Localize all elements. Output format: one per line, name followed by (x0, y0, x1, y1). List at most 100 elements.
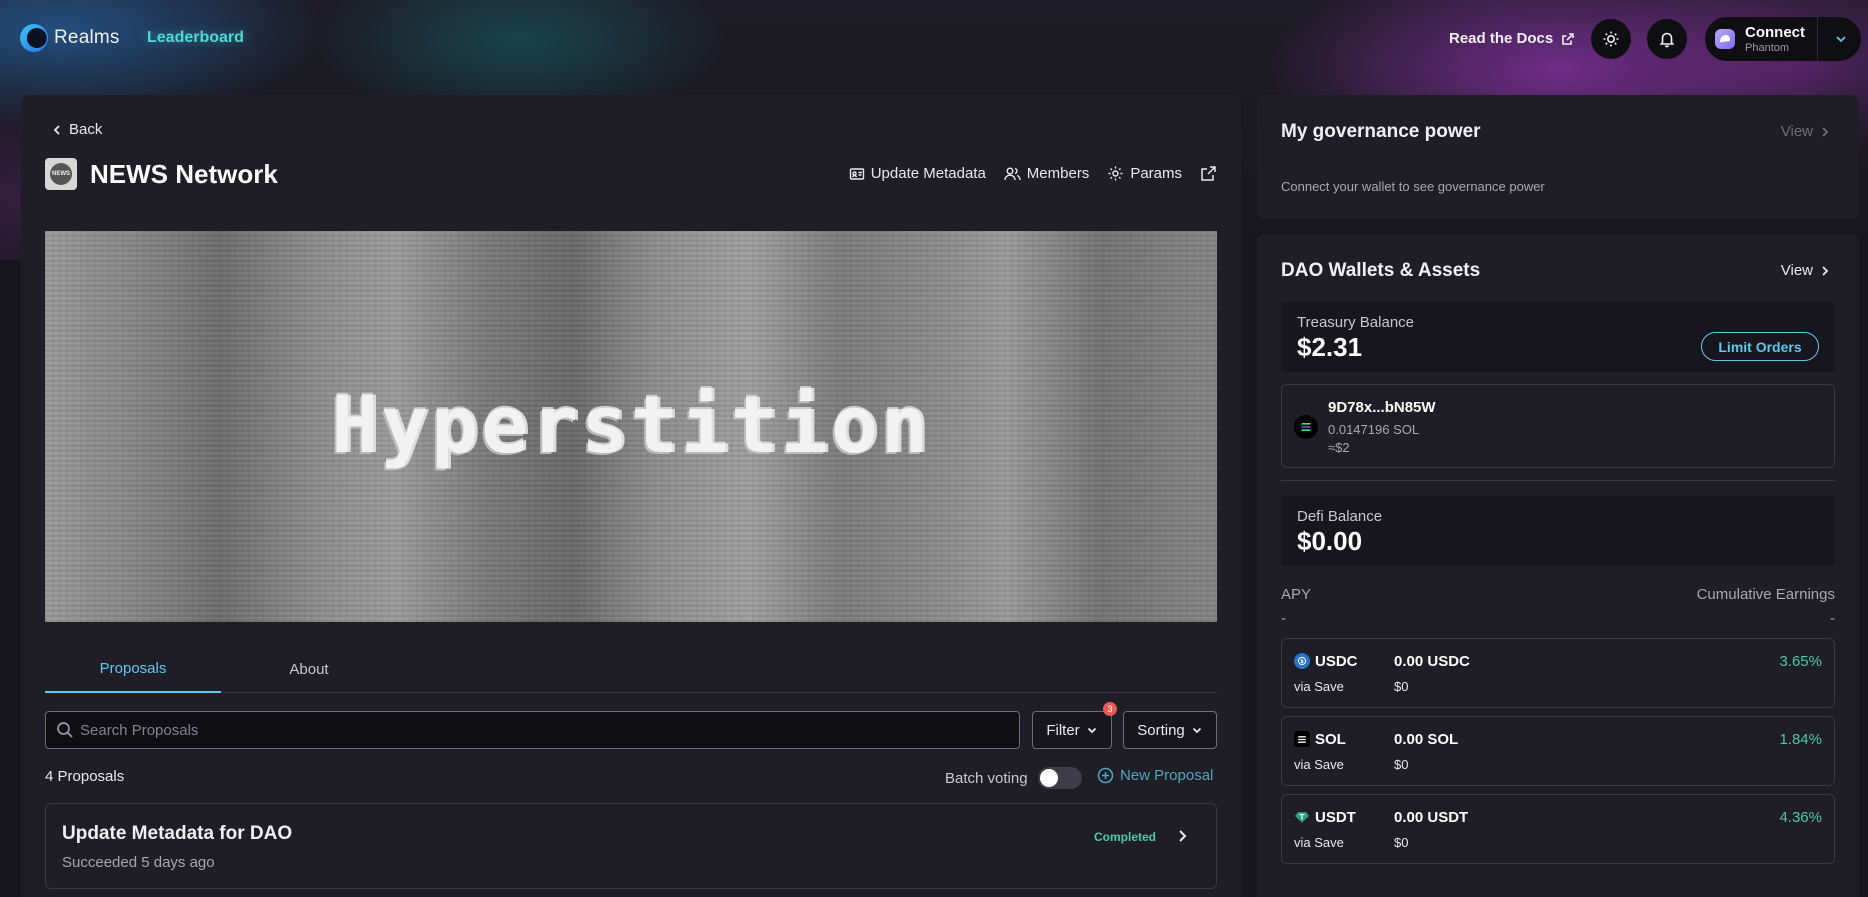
new-proposal-label: New Proposal (1120, 767, 1214, 784)
governance-view-link[interactable]: View (1781, 123, 1831, 140)
back-button[interactable]: Back (51, 121, 102, 138)
org-avatar: NEWS (45, 158, 77, 190)
connect-separator (1817, 17, 1818, 61)
plus-circle-icon (1097, 767, 1114, 784)
chevron-right-icon (1179, 830, 1187, 842)
sorting-button[interactable]: Sorting (1123, 711, 1217, 749)
divider (1281, 480, 1835, 481)
chevron-right-icon (1822, 126, 1829, 137)
filter-button[interactable]: Filter 3 (1032, 702, 1117, 749)
tab-bar: Proposals About (45, 645, 1217, 693)
connect-wallet-name: Phantom (1745, 42, 1790, 54)
filter-label: Filter (1046, 721, 1080, 739)
asset-amount: 0.00 SOL (1394, 731, 1459, 748)
cumulative-earnings-label: Cumulative Earnings (1696, 586, 1835, 603)
usdt-icon (1294, 809, 1310, 825)
chevron-left-icon (53, 124, 60, 135)
status-badge: Completed (1093, 830, 1156, 844)
logo-text: Realms (54, 27, 120, 48)
members-button[interactable]: Members (1004, 165, 1090, 182)
proposal-card[interactable]: Update Metadata for DAO Succeeded 5 days… (45, 803, 1217, 889)
params-button[interactable]: Params (1107, 165, 1182, 182)
tab-about[interactable]: About (221, 645, 397, 693)
asset-via: via Save (1294, 679, 1344, 694)
org-actions: Update Metadata Members Params (849, 165, 1217, 182)
connect-label: Connect (1745, 24, 1805, 41)
asset-amount: 0.00 USDC (1394, 653, 1470, 670)
asset-via: via Save (1294, 835, 1344, 850)
banner-text: Hyperstition (331, 381, 931, 471)
connect-wallet-button[interactable]: Connect Phantom (1705, 17, 1861, 61)
leaderboard-link[interactable]: Leaderboard (147, 29, 244, 47)
external-link-icon[interactable] (1200, 165, 1217, 182)
usdc-icon: $ (1294, 653, 1310, 669)
theme-toggle-button[interactable] (1591, 19, 1631, 59)
asset-row-sol[interactable]: SOL via Save 0.00 SOL $0 1.84% (1281, 716, 1835, 786)
sol-icon (1294, 731, 1310, 747)
realms-logo[interactable]: Realms (20, 24, 120, 52)
cumulative-earnings-value: - (1830, 610, 1835, 627)
wallet-card[interactable]: 9D78x...bN85W 0.0147196 SOL ≈$2 (1281, 384, 1835, 468)
defi-label: Defi Balance (1297, 508, 1383, 525)
apy-label: APY (1281, 586, 1312, 603)
defi-value: $0.00 (1297, 526, 1363, 556)
asset-via: via Save (1294, 757, 1344, 772)
governance-title: My governance power (1281, 121, 1481, 142)
update-metadata-label: Update Metadata (870, 165, 986, 182)
asset-apy: 4.36% (1779, 809, 1822, 826)
back-label: Back (69, 121, 103, 138)
members-label: Members (1026, 165, 1090, 182)
asset-symbol: USDT (1315, 809, 1356, 826)
asset-row-usdc[interactable]: $ USDC via Save 0.00 USDC $0 3.65% (1281, 638, 1835, 708)
read-docs-link[interactable]: Read the Docs (1449, 30, 1575, 47)
search-input[interactable] (80, 715, 1019, 745)
id-card-icon (849, 167, 864, 180)
wallet-address: 9D78x...bN85W (1328, 399, 1436, 416)
read-docs-label: Read the Docs (1449, 30, 1554, 47)
asset-symbol: SOL (1315, 731, 1346, 748)
batch-voting-toggle[interactable] (1037, 767, 1082, 789)
solana-icon (1294, 415, 1318, 439)
params-label: Params (1130, 165, 1182, 182)
users-icon (1004, 167, 1021, 180)
notifications-button[interactable] (1647, 19, 1687, 59)
page-title: NEWS Network (90, 158, 278, 189)
dao-wallets-panel: DAO Wallets & Assets View Treasury Balan… (1257, 234, 1859, 897)
chevron-right-icon (1822, 265, 1829, 276)
asset-symbol: USDC (1315, 653, 1358, 670)
asset-usd: $0 (1394, 757, 1409, 772)
phantom-icon (1715, 29, 1735, 49)
bell-icon (1659, 32, 1675, 48)
proposal-title: Update Metadata for DAO (62, 823, 293, 844)
dao-view-link[interactable]: View (1781, 262, 1831, 279)
filter-count-badge: 3 (1103, 702, 1117, 716)
chevron-down-icon (1192, 727, 1201, 734)
update-metadata-button[interactable]: Update Metadata (849, 165, 986, 182)
main-panel: Back NEWS NEWS Network Update Metadata M… (21, 95, 1241, 897)
proposal-count: 4 Proposals (45, 768, 125, 785)
limit-orders-button[interactable]: Limit Orders (1701, 332, 1819, 361)
treasury-value: $2.31 (1297, 332, 1363, 362)
dao-view-label: View (1780, 262, 1813, 279)
search-box (45, 711, 1020, 749)
treasury-balance-box: Treasury Balance $2.31 Limit Orders (1281, 302, 1835, 372)
proposal-subtitle: Succeeded 5 days ago (62, 854, 215, 871)
org-avatar-text: NEWS (50, 163, 72, 185)
asset-row-usdt[interactable]: USDT via Save 0.00 USDT $0 4.36% (1281, 794, 1835, 864)
new-proposal-button[interactable]: New Proposal (1097, 767, 1213, 784)
toggle-knob (1039, 769, 1058, 787)
governance-panel: My governance power View Connect your wa… (1257, 95, 1859, 219)
asset-amount: 0.00 USDT (1394, 809, 1469, 826)
treasury-label: Treasury Balance (1297, 314, 1414, 331)
asset-apy: 1.84% (1779, 731, 1822, 748)
chevron-down-icon (1087, 727, 1096, 734)
top-navigation: Realms Leaderboard Read the Docs Connect… (0, 0, 1868, 78)
governance-description: Connect your wallet to see governance po… (1281, 179, 1545, 194)
chevron-down-icon[interactable] (1833, 31, 1849, 47)
sorting-label: Sorting (1137, 721, 1185, 739)
asset-apy: 3.65% (1779, 653, 1822, 670)
asset-usd: $0 (1394, 679, 1409, 694)
tab-proposals[interactable]: Proposals (45, 645, 221, 693)
governance-view-label: View (1780, 123, 1813, 140)
external-link-icon (1562, 32, 1575, 45)
